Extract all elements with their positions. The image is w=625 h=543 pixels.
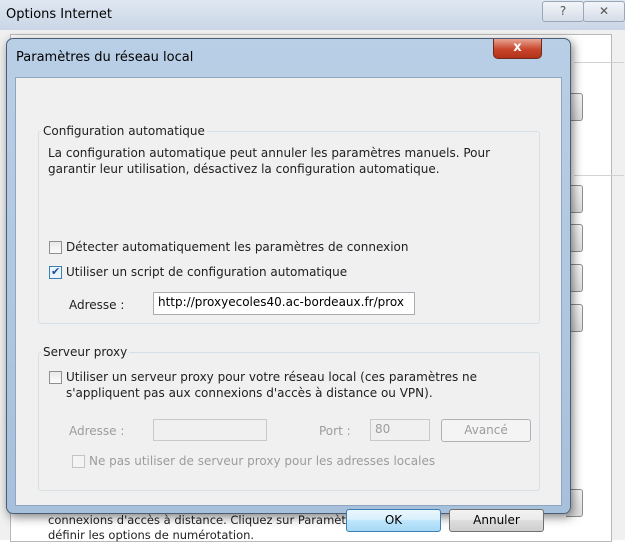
bypass-local-checkbox[interactable] xyxy=(72,454,85,468)
proxy-server-legend: Serveur proxy xyxy=(43,345,128,359)
divider xyxy=(574,62,624,63)
script-address-label: Adresse : xyxy=(69,298,125,312)
detect-settings-label: Détecter automatiquement les paramètres … xyxy=(66,240,409,254)
proxy-server-group: Serveur proxy xyxy=(38,345,540,491)
divider xyxy=(574,175,624,176)
detect-settings-row[interactable]: Détecter automatiquement les paramètres … xyxy=(49,240,409,254)
use-script-checkbox[interactable] xyxy=(49,265,62,279)
close-button[interactable]: x xyxy=(493,39,542,59)
use-proxy-checkbox[interactable] xyxy=(49,371,62,384)
script-address-input[interactable]: http://proxyecoles40.ac-bordeaux.fr/prox xyxy=(153,292,415,315)
use-proxy-row[interactable]: Utiliser un serveur proxy pour votre rés… xyxy=(49,369,496,401)
advanced-button[interactable]: Avancé xyxy=(441,419,531,442)
cancel-button[interactable]: Annuler xyxy=(449,509,544,532)
auto-config-description: La configuration automatique peut annule… xyxy=(48,146,491,176)
bypass-local-row[interactable]: Ne pas utiliser de serveur proxy pour le… xyxy=(72,454,435,468)
dialog-body: Configuration automatique La configurati… xyxy=(15,77,562,532)
internet-options-title: Options Internet xyxy=(6,7,112,22)
detect-settings-checkbox[interactable] xyxy=(49,240,62,254)
proxy-address-input[interactable] xyxy=(153,419,267,441)
auto-config-legend: Configuration automatique xyxy=(43,124,205,138)
proxy-port-label: Port : xyxy=(319,424,351,438)
lan-settings-dialog: Paramètres du réseau local x Configurati… xyxy=(6,38,571,532)
dialog-title: Paramètres du réseau local xyxy=(16,50,194,65)
close-button[interactable]: ✕ xyxy=(583,1,625,22)
use-script-label: Utiliser un script de configuration auto… xyxy=(66,265,348,279)
bypass-local-label: Ne pas utiliser de serveur proxy pour le… xyxy=(89,454,436,468)
use-script-row[interactable]: Utiliser un script de configuration auto… xyxy=(49,265,347,279)
use-proxy-label: Utiliser un serveur proxy pour votre rés… xyxy=(66,370,478,400)
proxy-address-label: Adresse : xyxy=(69,424,125,438)
proxy-port-input[interactable]: 80 xyxy=(370,419,430,441)
internet-options-titlebar: Options Internet ? ✕ xyxy=(0,0,625,30)
help-button[interactable]: ? xyxy=(542,1,584,22)
ok-button[interactable]: OK xyxy=(346,509,441,532)
